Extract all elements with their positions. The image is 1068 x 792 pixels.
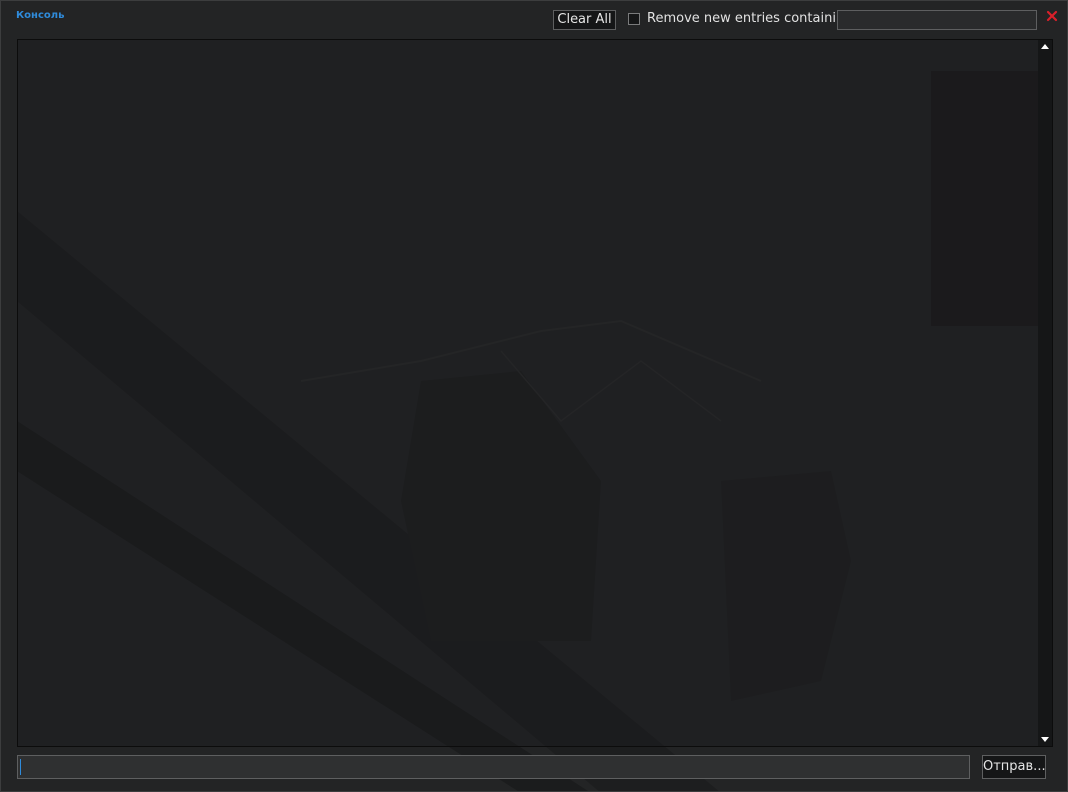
- clear-all-button[interactable]: Clear All: [553, 10, 616, 30]
- command-input[interactable]: [17, 755, 970, 779]
- filter-input[interactable]: [837, 10, 1037, 30]
- log-scrollbar[interactable]: [1038, 40, 1052, 746]
- arrow-up-icon[interactable]: [1038, 40, 1052, 54]
- console-window: Консоль Clear All Remove new entries con…: [0, 0, 1068, 792]
- arrow-down-icon[interactable]: [1038, 732, 1052, 746]
- filter-checkbox[interactable]: [628, 13, 640, 25]
- text-caret: [20, 759, 21, 775]
- window-title: Консоль: [16, 10, 65, 21]
- console-log[interactable]: [17, 39, 1053, 747]
- submit-button[interactable]: Отправ...: [982, 755, 1046, 779]
- filter-label: Remove new entries containing:: [647, 11, 857, 26]
- close-icon[interactable]: [1045, 9, 1059, 23]
